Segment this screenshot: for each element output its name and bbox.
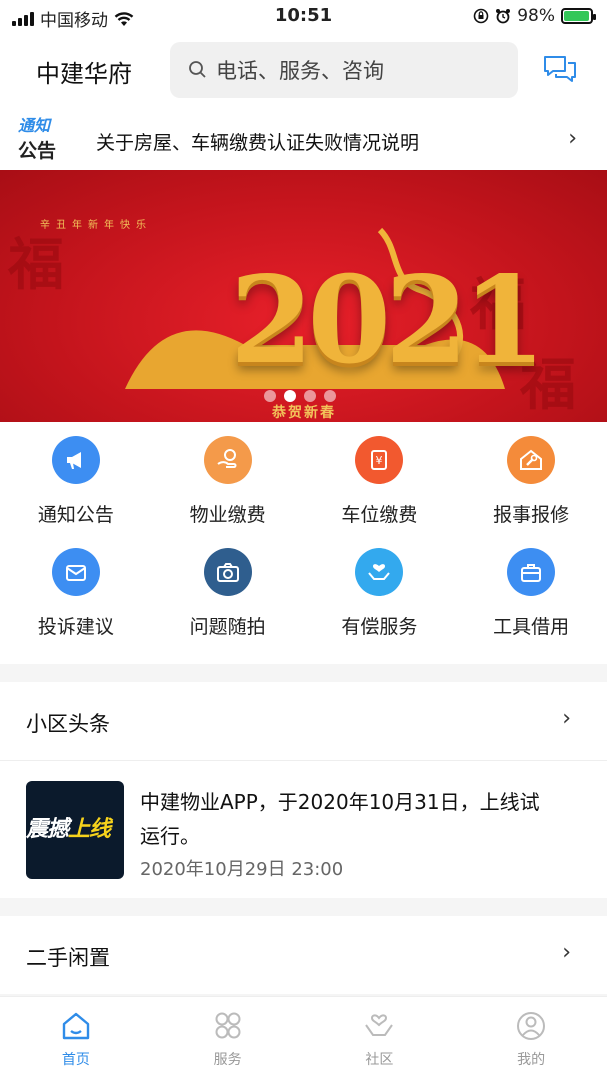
service-label: 通知公告 [37,504,114,526]
message-icon[interactable] [543,54,577,84]
notice-logo-bottom: 公告 [18,140,57,162]
tab-label: 我的 [517,1052,546,1068]
notice-text[interactable]: 关于房屋、车辆缴费认证失败情况说明 [96,128,419,155]
service-label: 物业缴费 [189,504,266,526]
carousel-dot[interactable] [304,390,316,402]
service-label: 车位缴费 [341,504,418,526]
thumb-text-b: 上线 [68,817,111,842]
search-bar[interactable]: 电话、服务、咨询 [170,42,518,98]
hand-coin-icon [203,436,252,484]
community-name[interactable]: 中建华府 [36,54,132,89]
news-item[interactable]: 震撼上线 中建物业APP，于2020年10月31日，上线试运行。 2020年10… [0,760,607,898]
search-icon [189,61,206,78]
carousel-dot[interactable] [284,390,296,402]
svg-text:¥: ¥ [376,454,383,467]
notice-bar[interactable]: 通知 公告 关于房屋、车辆缴费认证失败情况说明 › [0,104,607,170]
banner-year: 2021 [230,250,546,391]
service-wrench-house[interactable]: 报事报修 [455,436,607,548]
camera-icon [203,548,252,596]
tab-community[interactable]: 社区 [304,997,456,1080]
service-parking-fee[interactable]: ¥ 车位缴费 [304,436,456,548]
tab-grid[interactable]: 服务 [152,997,304,1080]
profile-icon [515,1011,547,1045]
news-date: 2020年10月29日 23:00 [140,859,344,880]
notice-logo-top: 通知 [18,116,51,135]
service-label: 问题随拍 [189,616,266,638]
tab-home[interactable]: 首页 [0,997,152,1080]
community-icon [363,1011,395,1045]
envelope-icon [51,548,100,596]
headlines-section-header[interactable]: 小区头条 › [0,682,607,760]
battery-percent: 98% [517,6,555,26]
parking-fee-icon: ¥ [355,436,404,484]
status-bar: 中国移动 10:51 98% [0,0,607,34]
news-thumbnail: 震撼上线 [26,781,124,879]
tab-label: 首页 [61,1052,90,1068]
app-header: 中建华府 电话、服务、咨询 [0,34,607,104]
orientation-lock-icon [473,8,489,24]
battery-icon [561,8,596,24]
tab-label: 社区 [365,1052,394,1068]
carousel-dot[interactable] [324,390,336,402]
news-title: 中建物业APP，于2020年10月31日，上线试运行。 [140,790,540,848]
service-envelope[interactable]: 投诉建议 [0,548,152,660]
service-grid: 通知公告 物业缴费 ¥ 车位缴费 报事报修投诉建议 问题随拍 有偿服务 工具借用 [0,422,607,664]
search-placeholder: 电话、服务、咨询 [216,59,384,83]
section-title: 小区头条 [26,712,110,736]
service-label: 有偿服务 [341,616,418,638]
thumb-text-a: 震撼 [26,817,69,842]
chevron-right-icon: › [568,126,577,151]
banner-bg-glyph: 福 [8,233,64,298]
section-title: 二手闲置 [26,946,110,970]
megaphone-icon [51,436,100,484]
heart-hands-icon [355,548,404,596]
service-hand-coin[interactable]: 物业缴费 [152,436,304,548]
banner-greeting: 恭贺新春 [272,405,336,421]
service-label: 报事报修 [493,504,570,526]
service-label: 投诉建议 [37,616,114,638]
service-heart-hands[interactable]: 有偿服务 [304,548,456,660]
tab-profile[interactable]: 我的 [455,997,607,1080]
wrench-house-icon [507,436,556,484]
service-megaphone[interactable]: 通知公告 [0,436,152,548]
secondhand-section-header[interactable]: 二手闲置 › [0,916,607,994]
notice-logo: 通知 公告 [18,112,70,162]
status-right: 98% [473,6,596,26]
service-camera[interactable]: 问题随拍 [152,548,304,660]
toolbox-icon [507,548,556,596]
grid-icon [212,1011,244,1045]
banner-carousel[interactable]: 福 福 福 辛丑年新年快乐 2021 恭贺新春 [0,170,607,422]
banner-top-text: 辛丑年新年快乐 [40,220,152,231]
chevron-right-icon: › [562,706,571,731]
service-toolbox[interactable]: 工具借用 [455,548,607,660]
service-label: 工具借用 [493,616,570,638]
bottom-tab-bar: 首页 服务 社区 我的 [0,996,607,1080]
alarm-icon [496,9,511,24]
tab-label: 服务 [213,1052,242,1068]
carousel-indicators [264,390,336,402]
chevron-right-icon: › [562,940,571,965]
carousel-dot[interactable] [264,390,276,402]
home-icon [60,1011,92,1045]
